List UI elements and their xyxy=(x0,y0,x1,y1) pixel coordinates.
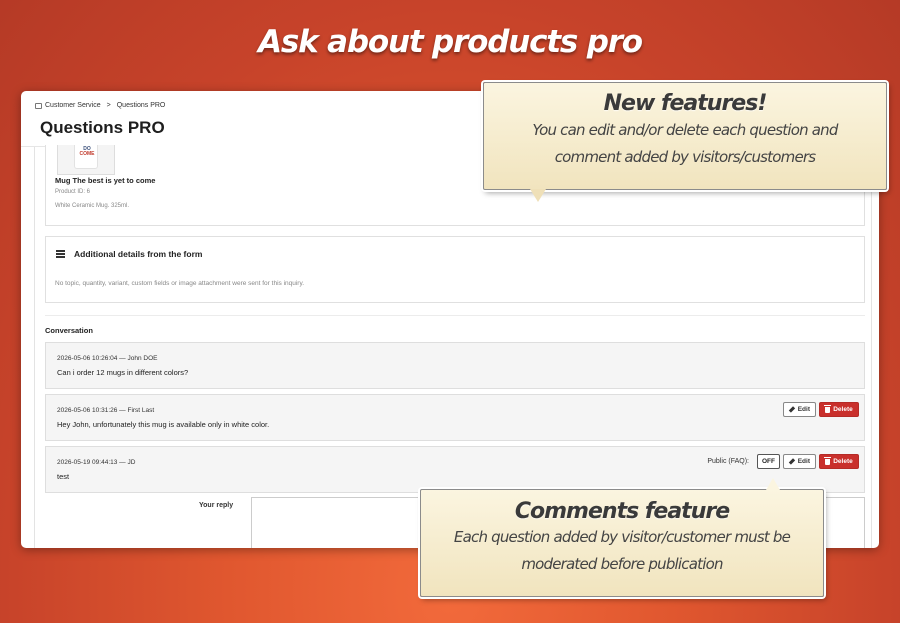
callout-text-line2: comment added by visitors/customers xyxy=(554,148,816,166)
details-note: No topic, quantity, variant, custom fiel… xyxy=(55,280,305,287)
callout-title: Comments feature xyxy=(514,499,730,524)
edit-button[interactable]: Edit xyxy=(783,454,816,469)
breadcrumb-separator: > xyxy=(106,102,111,109)
breadcrumb: Customer Service > Questions PRO xyxy=(35,102,165,109)
message-item: 2026-05-06 10:26:04 — John DOE Can i ord… xyxy=(45,342,865,389)
trash-icon xyxy=(824,456,832,465)
edit-button[interactable]: Edit xyxy=(783,402,816,417)
content-area: DO COME Mug The best is yet to come Prod… xyxy=(34,145,872,548)
message-item: 2026-05-06 10:31:26 — First Last Hey Joh… xyxy=(45,394,865,441)
trash-icon xyxy=(824,404,832,413)
public-faq-label: Public (FAQ): xyxy=(707,458,749,465)
breadcrumb-current: Questions PRO xyxy=(116,102,166,109)
delete-button[interactable]: Delete xyxy=(819,402,859,417)
delete-label: Delete xyxy=(833,406,853,413)
pencil-icon xyxy=(788,458,795,465)
delete-label: Delete xyxy=(833,458,853,465)
public-faq-toggle[interactable]: OFF xyxy=(757,454,780,469)
callout-text-line1: You can edit and/or delete each question… xyxy=(532,121,838,139)
page-title: Questions PRO xyxy=(40,118,165,137)
product-thumbnail[interactable]: DO COME xyxy=(57,145,115,175)
callout-text-line2: moderated before publication xyxy=(521,555,723,573)
callout-text-line1: Each question added by visitor/customer … xyxy=(453,528,791,546)
mug-print: DO COME xyxy=(77,147,97,157)
edit-label: Edit xyxy=(797,406,810,413)
message-text: Hey John, unfortunately this mug is avai… xyxy=(57,420,270,429)
details-card: Additional details from the form No topi… xyxy=(45,236,865,303)
conversation-divider xyxy=(45,315,865,316)
comments-feature-callout: Comments feature Each question added by … xyxy=(420,478,824,597)
conversation-title: Conversation xyxy=(45,326,93,335)
callout-pointer xyxy=(766,478,780,490)
customer-service-icon xyxy=(35,102,42,109)
pencil-icon xyxy=(788,406,795,413)
reply-label: Your reply xyxy=(199,502,234,509)
message-text: test xyxy=(57,472,70,481)
message-actions: Public (FAQ): OFF Edit Delete xyxy=(707,454,859,469)
product-description: White Ceramic Mug. 325ml. xyxy=(55,203,130,209)
hero-title: Ask about products pro xyxy=(258,24,643,60)
product-id: Product ID: 6 xyxy=(55,189,91,195)
message-meta: 2026-05-19 09:44:13 — JD xyxy=(57,459,136,466)
message-actions: Edit Delete xyxy=(783,402,859,417)
new-features-callout: New features! You can edit and/or delete… xyxy=(483,82,887,202)
callout-pointer xyxy=(530,189,546,202)
message-meta: 2026-05-06 10:26:04 — John DOE xyxy=(57,355,158,362)
message-item: 2026-05-19 09:44:13 — JD test Public (FA… xyxy=(45,446,865,493)
details-title: Additional details from the form xyxy=(74,249,203,259)
edit-label: Edit xyxy=(797,458,810,465)
message-meta: 2026-05-06 10:31:26 — First Last xyxy=(57,407,155,414)
mug-print-line2: COME xyxy=(79,151,95,157)
mug-image: DO COME xyxy=(74,145,98,169)
delete-button[interactable]: Delete xyxy=(819,454,859,469)
list-icon xyxy=(56,250,65,258)
breadcrumb-section[interactable]: Customer Service xyxy=(45,102,101,109)
callout-title: New features! xyxy=(603,91,768,116)
message-text: Can i order 12 mugs in different colors? xyxy=(57,368,189,377)
product-name[interactable]: Mug The best is yet to come xyxy=(55,176,155,185)
